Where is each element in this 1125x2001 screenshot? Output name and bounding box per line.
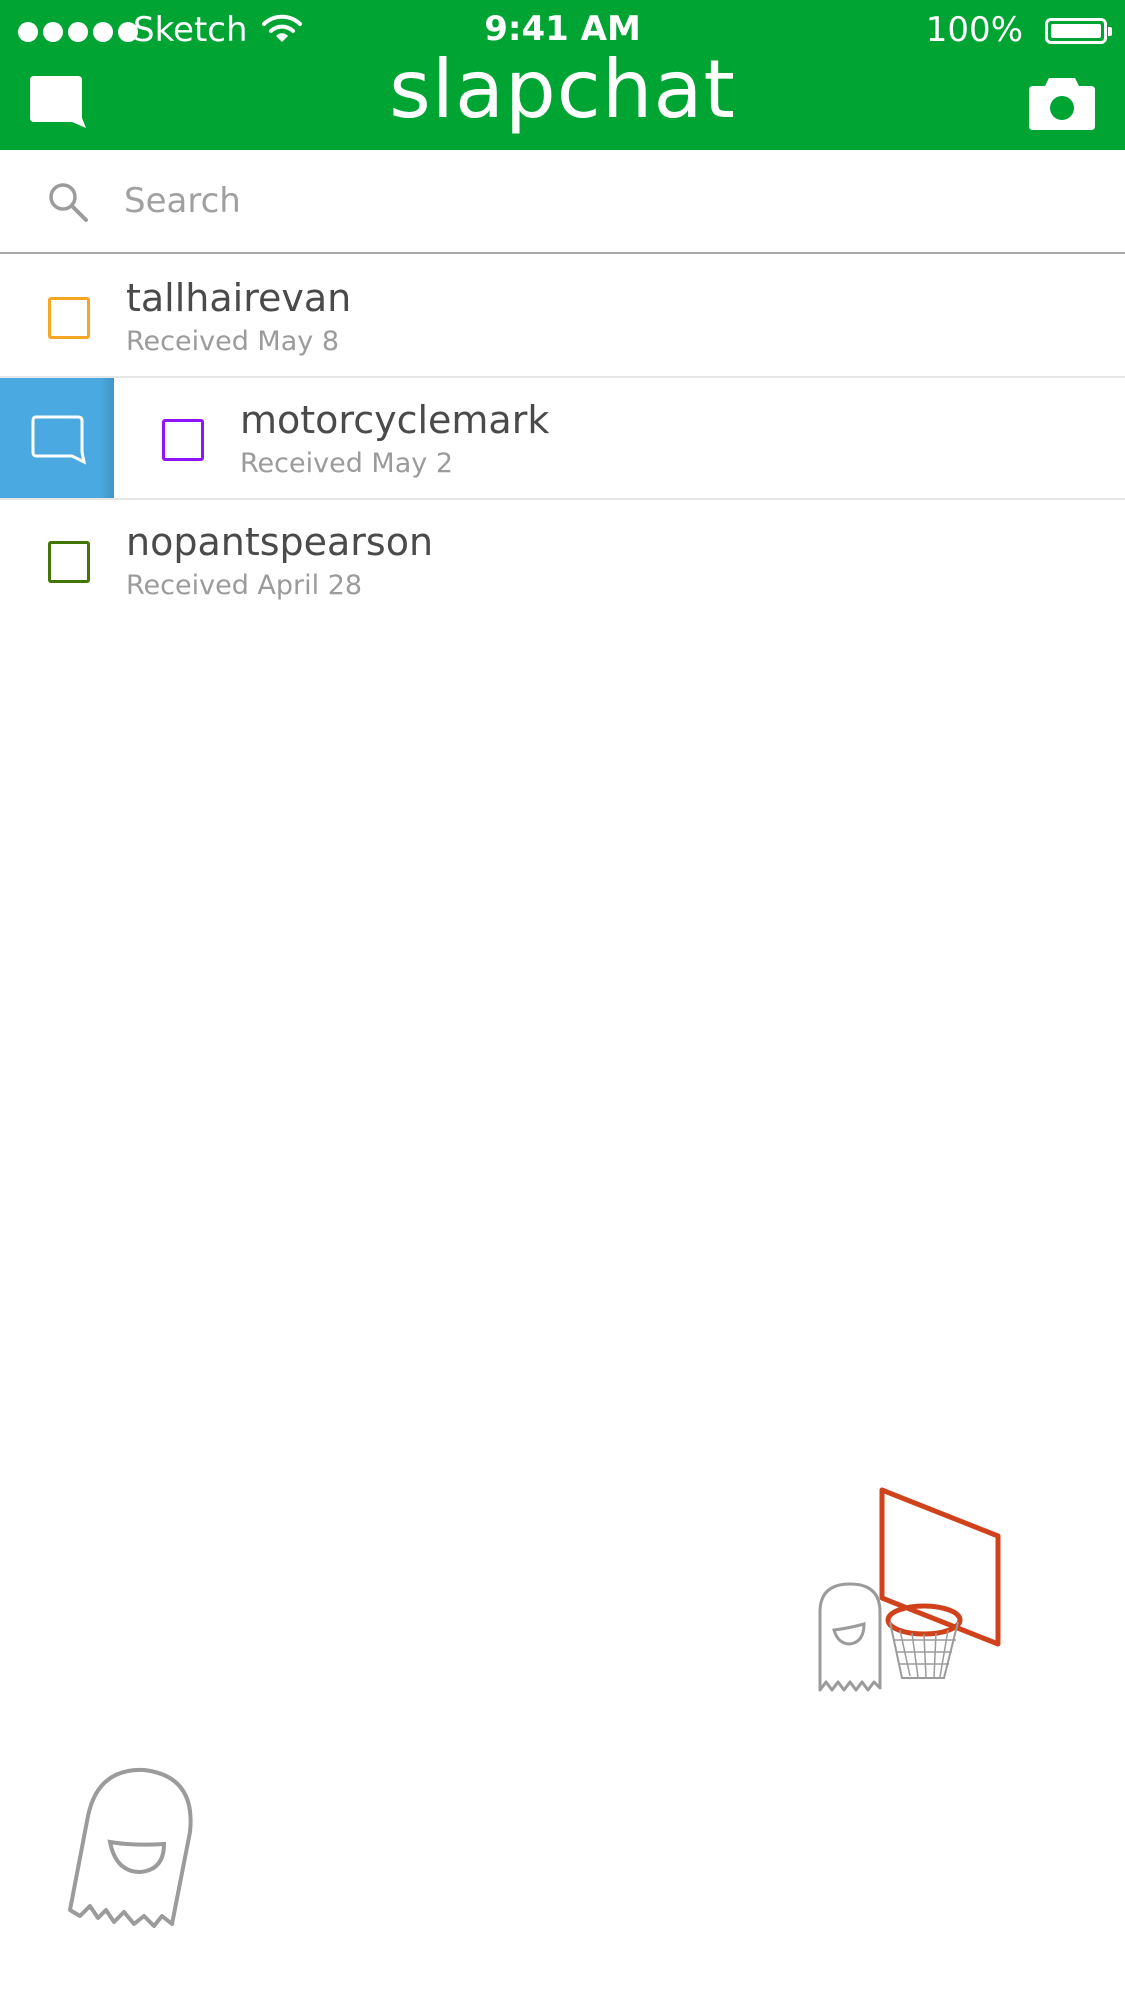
conversation-row[interactable]: motorcyclemark Received May 2 [0,378,1125,500]
app-header: Sketch 9:41 AM 100% slapchat [0,0,1125,150]
ghost-basketball-illustration [818,1487,1001,1692]
search-bar [0,150,1125,254]
conversation-status: Received May 8 [126,326,340,357]
snap-status-square-icon [162,419,204,461]
conversation-row[interactable]: tallhairevan Received May 8 [0,256,1125,378]
conversation-row-content[interactable]: nopantspearson Received April 28 [0,500,1125,620]
conversation-status: Received April 28 [126,570,363,601]
conversation-name: tallhairevan [126,276,352,320]
ghost-illustration [68,1767,193,1928]
chat-bubble-outline-icon [31,415,86,465]
snap-status-square-icon [48,541,90,583]
camera-icon[interactable] [1027,72,1097,132]
reply-swipe-action[interactable] [0,378,114,498]
swipe-shadow [100,378,114,498]
conversation-status: Received May 2 [240,448,454,479]
search-icon [49,183,88,222]
app-title: slapchat [389,43,736,136]
conversation-name: motorcyclemark [240,398,550,442]
conversation-name: nopantspearson [126,520,434,564]
conversation-list: tallhairevan Received May 8 motorcyclema… [0,256,1125,620]
search-input[interactable] [122,172,1026,230]
conversation-row-content[interactable]: tallhairevan Received May 8 [0,256,1125,376]
conversation-row-content[interactable]: motorcyclemark Received May 2 [114,378,1125,498]
snap-status-square-icon [48,297,90,339]
conversation-row[interactable]: nopantspearson Received April 28 [0,500,1125,620]
app-screen: Sketch 9:41 AM 100% slapchat Search tall… [0,0,1125,2001]
